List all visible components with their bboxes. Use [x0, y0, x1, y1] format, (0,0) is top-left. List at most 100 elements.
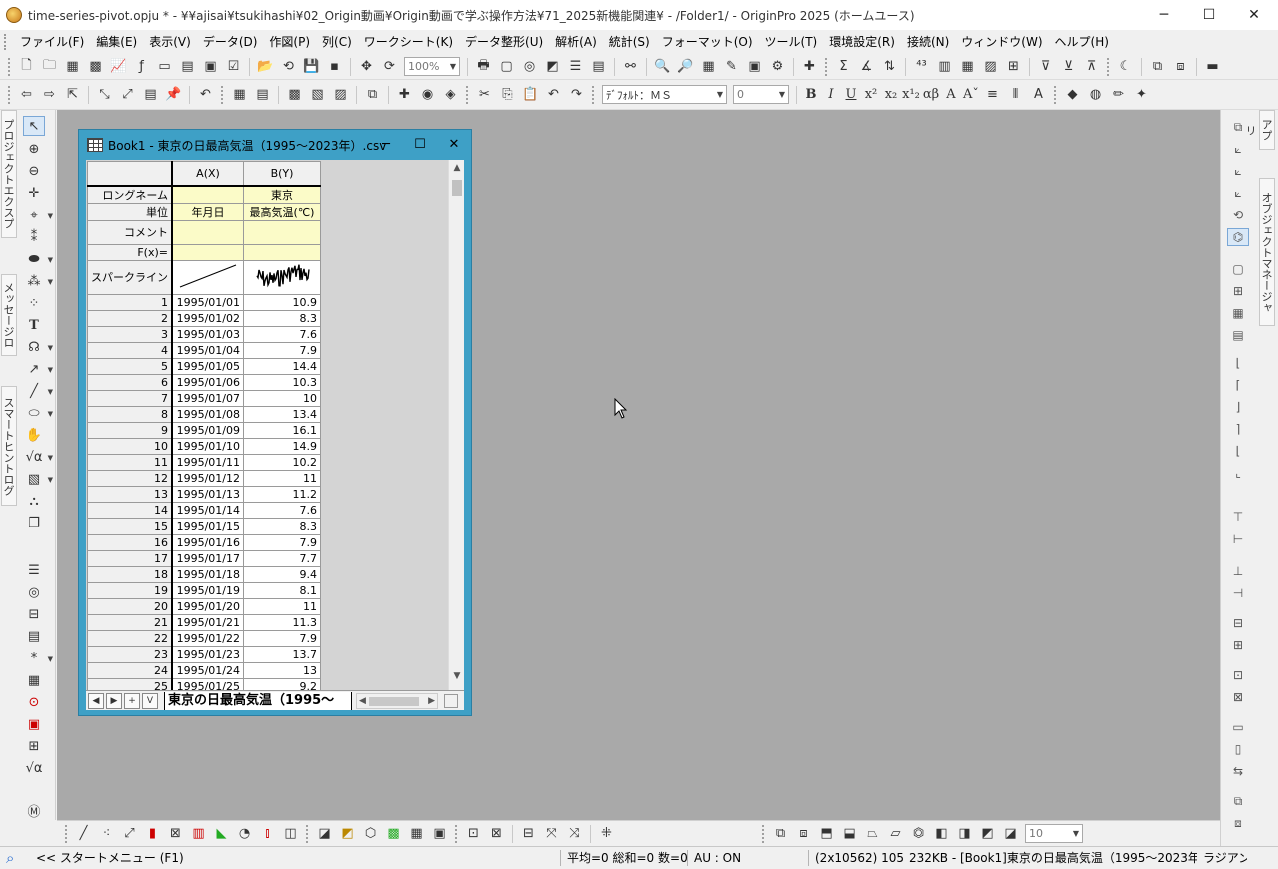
- sort-icon[interactable]: ⇅: [880, 57, 900, 77]
- new-layout-icon[interactable]: ▭: [155, 57, 175, 77]
- cell-date[interactable]: 1995/01/13: [171, 485, 244, 503]
- backward-layer-icon[interactable]: ⬓: [840, 824, 860, 844]
- cell-date[interactable]: 1995/01/18: [171, 565, 244, 583]
- list-icon[interactable]: ☰: [23, 560, 45, 580]
- polar-plot-icon[interactable]: ◔: [235, 824, 255, 844]
- mask-icon[interactable]: ⬬ ▼: [23, 249, 53, 269]
- spacing-2-icon[interactable]: ⊠: [1227, 688, 1249, 706]
- new-function-icon[interactable]: ƒ: [132, 57, 152, 77]
- scroll-down-icon[interactable]: ▼: [449, 668, 464, 684]
- new-workbook-icon[interactable]: ▦: [63, 57, 83, 77]
- cell-temp[interactable]: 16.1: [243, 421, 321, 439]
- font-color-icon[interactable]: A: [1029, 85, 1049, 105]
- meta-row-label[interactable]: コメント: [87, 219, 173, 245]
- grid-table-icon[interactable]: ▦: [23, 670, 45, 690]
- paste-icon[interactable]: 📋: [521, 85, 541, 105]
- row-number[interactable]: 14: [87, 501, 173, 519]
- sheet-list-icon[interactable]: V: [142, 692, 158, 709]
- worksheet-icon[interactable]: ▤: [141, 85, 161, 105]
- tab-object-manager[interactable]: オブジェクトマネージャ: [1259, 178, 1275, 326]
- sheet-tab-tokyo[interactable]: 東京の日最高気温（1995～: [164, 691, 352, 710]
- cell-date[interactable]: 1995/01/09: [171, 421, 244, 439]
- forward-icon[interactable]: ⇨: [40, 85, 60, 105]
- superscript-icon[interactable]: x²: [861, 85, 881, 105]
- row-number[interactable]: 25: [87, 677, 173, 690]
- undo2-icon[interactable]: ↶: [544, 85, 564, 105]
- column-header-b[interactable]: B(Y): [243, 161, 321, 187]
- underline-icon[interactable]: U: [841, 85, 861, 105]
- spreadsheet-icon[interactable]: ⊞: [23, 736, 45, 756]
- contour-icon[interactable]: ▩: [384, 824, 404, 844]
- merge-icon[interactable]: ▧: [308, 85, 328, 105]
- clear-filter-icon[interactable]: ⊻: [1059, 57, 1079, 77]
- size-icon[interactable]: ▭: [1227, 718, 1249, 736]
- cell-temp[interactable]: 10.2: [243, 453, 321, 471]
- menu-view[interactable]: 表示(V): [143, 32, 197, 52]
- row-number[interactable]: 23: [87, 645, 173, 663]
- text-tool-icon[interactable]: T: [23, 315, 45, 335]
- hscroll-thumb[interactable]: [369, 696, 419, 706]
- dark-mode-icon[interactable]: ☾: [1116, 57, 1136, 77]
- grid4-icon[interactable]: ▤: [1227, 326, 1249, 344]
- matrix-icon[interactable]: Ⓜ: [23, 800, 45, 820]
- axis-2-icon[interactable]: ⟀: [1227, 162, 1249, 180]
- meta-cell-b[interactable]: 最高気温(℃): [243, 202, 321, 221]
- bracket-2-icon[interactable]: ⌈: [1227, 376, 1249, 394]
- new-notes-icon[interactable]: ▤: [178, 57, 198, 77]
- decrease-font-icon[interactable]: Aˇ: [961, 85, 981, 105]
- cell-temp[interactable]: 11: [243, 469, 321, 487]
- cell-temp[interactable]: 11.2: [243, 485, 321, 503]
- filter-icon[interactable]: ⊽: [1036, 57, 1056, 77]
- close-button[interactable]: ✕: [1231, 0, 1277, 30]
- spacing-icon[interactable]: ⊡: [1227, 666, 1249, 684]
- export-icon[interactable]: ◎: [520, 57, 540, 77]
- meta-cell-a[interactable]: [171, 219, 244, 245]
- bar-chart-icon[interactable]: ▦: [958, 57, 978, 77]
- cell-date[interactable]: 1995/01/24: [171, 661, 244, 679]
- asterisk-icon[interactable]: * ▼: [23, 648, 53, 668]
- cell-temp[interactable]: 7.6: [243, 325, 321, 343]
- layout-icon[interactable]: ▬: [1203, 57, 1223, 77]
- 3d-surface-icon[interactable]: ◪: [315, 824, 335, 844]
- row-number[interactable]: 8: [87, 405, 173, 423]
- stack-blocks-icon[interactable]: ⊟: [23, 604, 45, 624]
- column-header-a[interactable]: A(X): [171, 161, 244, 187]
- workbook-title-bar[interactable]: Book1 - 東京の日最高気温（1995～2023年）.csv ─ ☐ ✕: [79, 130, 471, 160]
- row-number[interactable]: 15: [87, 517, 173, 535]
- cell-temp[interactable]: 13.7: [243, 645, 321, 663]
- shape-3-icon[interactable]: ◨: [955, 824, 975, 844]
- greek-icon[interactable]: αβ: [921, 85, 941, 105]
- print-icon[interactable]: 🖶: [474, 57, 494, 77]
- swap-icon[interactable]: ⇆: [1227, 762, 1249, 780]
- row-number[interactable]: 4: [87, 341, 173, 359]
- increase-font-icon[interactable]: A: [941, 85, 961, 105]
- paste-format-icon[interactable]: ⧈: [1171, 57, 1191, 77]
- subscript-icon[interactable]: x₂: [881, 85, 901, 105]
- align-icon[interactable]: ⤢: [118, 85, 138, 105]
- book-close-button[interactable]: ✕: [437, 130, 471, 158]
- align-left-obj-icon[interactable]: ⊣: [1227, 584, 1249, 602]
- font-size-select[interactable]: 0 ▼: [733, 85, 789, 104]
- menu-help[interactable]: ヘルプ(H): [1049, 32, 1115, 52]
- draw-data-icon[interactable]: ⁘: [23, 293, 45, 313]
- sum-icon[interactable]: Σ: [834, 57, 854, 77]
- back-icon[interactable]: ⇦: [17, 85, 37, 105]
- new-project-icon[interactable]: 🗋: [17, 57, 37, 77]
- cell-date[interactable]: 1995/01/25: [171, 677, 244, 690]
- stack-icon[interactable]: ▨: [331, 85, 351, 105]
- code-builder-icon[interactable]: ◩: [543, 57, 563, 77]
- menu-analysis[interactable]: 解析(A): [549, 32, 603, 52]
- terminal-icon[interactable]: ▣: [745, 57, 765, 77]
- cell-temp[interactable]: 14.9: [243, 437, 321, 455]
- sparkline-label[interactable]: スパークライン: [87, 259, 173, 295]
- image-plot-icon[interactable]: ▣: [430, 824, 450, 844]
- 3d-wire-icon[interactable]: ⬡: [361, 824, 381, 844]
- merge-graph-icon[interactable]: ⊡: [464, 824, 484, 844]
- cell-temp[interactable]: 7.7: [243, 549, 321, 567]
- insert-graph-icon[interactable]: ▧ ▼: [23, 469, 53, 489]
- menu-connectivity[interactable]: 接続(N): [901, 32, 955, 52]
- grid3-icon[interactable]: ▦: [1227, 304, 1249, 322]
- add-sheet-icon[interactable]: ▦: [230, 85, 250, 105]
- group-icon[interactable]: ⧉: [1227, 792, 1249, 810]
- workbook-window[interactable]: Book1 - 東京の日最高気温（1995～2023年）.csv ─ ☐ ✕ A…: [78, 129, 472, 716]
